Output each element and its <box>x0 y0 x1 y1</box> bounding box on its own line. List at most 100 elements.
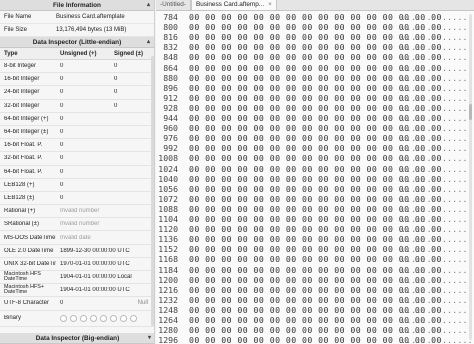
inspector-unsigned[interactable]: 0 <box>56 76 114 82</box>
inspector-row: 64-bit Integer (+) 0 <box>0 113 154 126</box>
file-name-row: File Name Business Card.aftemplate <box>0 11 154 24</box>
inspector-type: 16-bit Float. P. <box>4 142 43 149</box>
inspector-type: 64-bit Integer (±) <box>4 129 49 136</box>
unix-label: UNIX 32-bit DateTime <box>4 260 56 267</box>
inspector-unsigned[interactable]: 0 <box>56 182 114 188</box>
file-info-header[interactable]: File Information ▴ <box>0 0 154 11</box>
file-size-row: File Size 13,176,494 bytes (13 MiB) <box>0 24 154 37</box>
bit-toggle[interactable] <box>90 314 97 322</box>
inspector-row: 32-bit Float. P. 0 <box>0 152 154 166</box>
inspector-unsigned[interactable]: 0 <box>56 155 114 161</box>
utf8-value[interactable]: 0 <box>56 300 63 306</box>
utf8-row: UTF-8 Character 0 Null <box>0 297 154 311</box>
inspector-signed[interactable]: 0 <box>114 63 154 69</box>
mac-hfs-value[interactable]: 1904-01-01 00:00:00 Local <box>56 274 154 280</box>
mac-hfsplus-value[interactable]: 1904-01-01 00:00:00 UTC <box>56 287 154 293</box>
col-type: Type <box>4 50 18 57</box>
tab-business-card-label: Business Card.aftemp... <box>195 1 265 8</box>
unix-row: UNIX 32-bit DateTime 1970-01-01 00:00:00… <box>0 258 154 271</box>
inspector-unsigned[interactable]: 0 <box>56 195 114 201</box>
inspector-panel: File Information ▴ File Name Business Ca… <box>0 0 155 344</box>
file-name-label: File Name <box>4 14 32 20</box>
rational-label: Rational (+) <box>4 208 36 215</box>
hex-offset: 1296 <box>158 335 178 344</box>
file-size-label: File Size <box>4 27 28 33</box>
tab-untitled-label: -Untitled- <box>160 1 186 8</box>
inspector-type: 32-bit Float. P. <box>4 155 43 162</box>
rational-row: Rational (+) Invalid number <box>0 205 154 219</box>
srational-row: SRational (±) Invalid number <box>0 218 154 232</box>
tab-bar: -Untitled- Business Card.aftemp... × <box>156 0 474 11</box>
mac-hfsplus-label-line2: DateTime <box>4 289 28 296</box>
inspector-signed[interactable]: 0 <box>114 89 154 95</box>
file-size-value: 13,176,494 bytes (13 MiB) <box>56 27 127 33</box>
inspector-column-header: Type Unsigned (+) Signed (±) <box>0 48 154 60</box>
inspector-row: 32-bit Integer 0 0 <box>0 100 154 113</box>
col-unsigned: Unsigned (+) <box>60 50 97 57</box>
tab-untitled[interactable]: -Untitled- <box>156 0 191 10</box>
data-inspector-be-header[interactable]: Data Inspector (Big-endian) ▾ <box>0 333 154 344</box>
inspector-signed[interactable]: 0 <box>114 103 154 109</box>
msdos-label: MS-DOS DateTime <box>4 234 56 241</box>
hex-scrollbar[interactable] <box>469 14 472 340</box>
msdos-row: MS-DOS DateTime Invalid date <box>0 231 154 245</box>
ole-label: OLE 2.0 DateTime <box>4 247 54 254</box>
inspector-row: 64-bit Integer (±) 0 <box>0 126 154 140</box>
hex-scrollbar-thumb[interactable] <box>469 104 472 120</box>
chevron-up-icon[interactable]: ▴ <box>147 0 150 11</box>
inspector-unsigned[interactable]: 0 <box>56 103 114 109</box>
inspector-type: 24-bit Integer <box>4 89 40 96</box>
chevron-up-icon[interactable]: ▴ <box>147 37 150 48</box>
inspector-unsigned[interactable]: 0 <box>56 129 114 135</box>
bit-toggle[interactable] <box>100 314 107 322</box>
inspector-type: LEB128 (+) <box>4 181 35 188</box>
bit-toggle[interactable] <box>60 314 67 322</box>
bit-toggle[interactable] <box>70 314 77 322</box>
file-info-title: File Information <box>53 1 101 9</box>
inspector-type: 64-bit Integer (+) <box>4 115 49 122</box>
srational-value[interactable]: Invalid number <box>56 221 154 227</box>
tab-business-card[interactable]: Business Card.aftemp... × <box>190 0 277 10</box>
binary-row: Binary <box>0 311 154 327</box>
col-signed: Signed (±) <box>114 50 143 57</box>
unix-value[interactable]: 1970-01-01 00:00:00 UTC <box>56 261 154 267</box>
bit-toggle[interactable] <box>120 314 127 322</box>
ole-value[interactable]: 1899-12-30 00:00:00 UTC <box>56 248 154 254</box>
inspector-row: LEB128 (±) 0 <box>0 192 154 206</box>
data-inspector-le-header[interactable]: Data Inspector (Little-endian) ▴ <box>0 37 154 48</box>
bit-toggle[interactable] <box>80 314 87 322</box>
close-icon[interactable]: × <box>268 1 272 8</box>
inspector-row: 8-bit Integer 0 0 <box>0 60 154 74</box>
mac-hfs-label-line2: DateTime <box>4 276 28 283</box>
mac-hfsplus-label: Macintosh HFS+ DateTime <box>0 284 56 296</box>
bit-toggle[interactable] <box>130 314 137 322</box>
inspector-scrollbar[interactable] <box>151 56 154 326</box>
inspector-unsigned[interactable]: 0 <box>56 63 114 69</box>
mac-hfsplus-row: Macintosh HFS+ DateTime 1904-01-01 00:00:… <box>0 284 154 298</box>
inspector-row: 64-bit Float. P. 0 <box>0 166 154 179</box>
inspector-unsigned[interactable]: 0 <box>56 89 114 95</box>
utf8-label: UTF-8 Character <box>4 300 50 307</box>
numeric-rows: 8-bit Integer 0 0 16-bit Integer 0 0 24-bit In… <box>0 60 154 206</box>
mac-hfs-label: Macintosh HFS DateTime <box>0 271 56 283</box>
inspector-row: 16-bit Integer 0 0 <box>0 73 154 87</box>
hex-ascii[interactable]: ................ <box>401 335 474 344</box>
mac-hfs-row: Macintosh HFS DateTime 1904-01-01 00:00:0… <box>0 271 154 285</box>
data-inspector-le-title: Data Inspector (Little-endian) <box>32 38 122 46</box>
binary-bits <box>56 314 137 322</box>
inspector-row: LEB128 (+) 0 <box>0 179 154 192</box>
inspector-signed[interactable]: 0 <box>114 76 154 82</box>
bit-toggle[interactable] <box>110 314 117 322</box>
rational-value[interactable]: Invalid number <box>56 208 154 214</box>
msdos-value[interactable]: Invalid date <box>56 235 154 241</box>
binary-label: Binary <box>4 315 22 322</box>
inspector-type: 8-bit Integer <box>4 63 37 70</box>
file-name-value: Business Card.aftemplate <box>56 14 125 20</box>
chevron-down-icon[interactable]: ▾ <box>148 333 151 344</box>
inspector-type: LEB128 (±) <box>4 194 35 201</box>
inspector-unsigned[interactable]: 0 <box>56 142 114 148</box>
hex-editor: -Untitled- Business Card.aftemp... × 784… <box>156 0 474 344</box>
inspector-unsigned[interactable]: 0 <box>56 116 114 122</box>
srational-label: SRational (±) <box>4 221 39 228</box>
inspector-unsigned[interactable]: 0 <box>56 169 114 175</box>
